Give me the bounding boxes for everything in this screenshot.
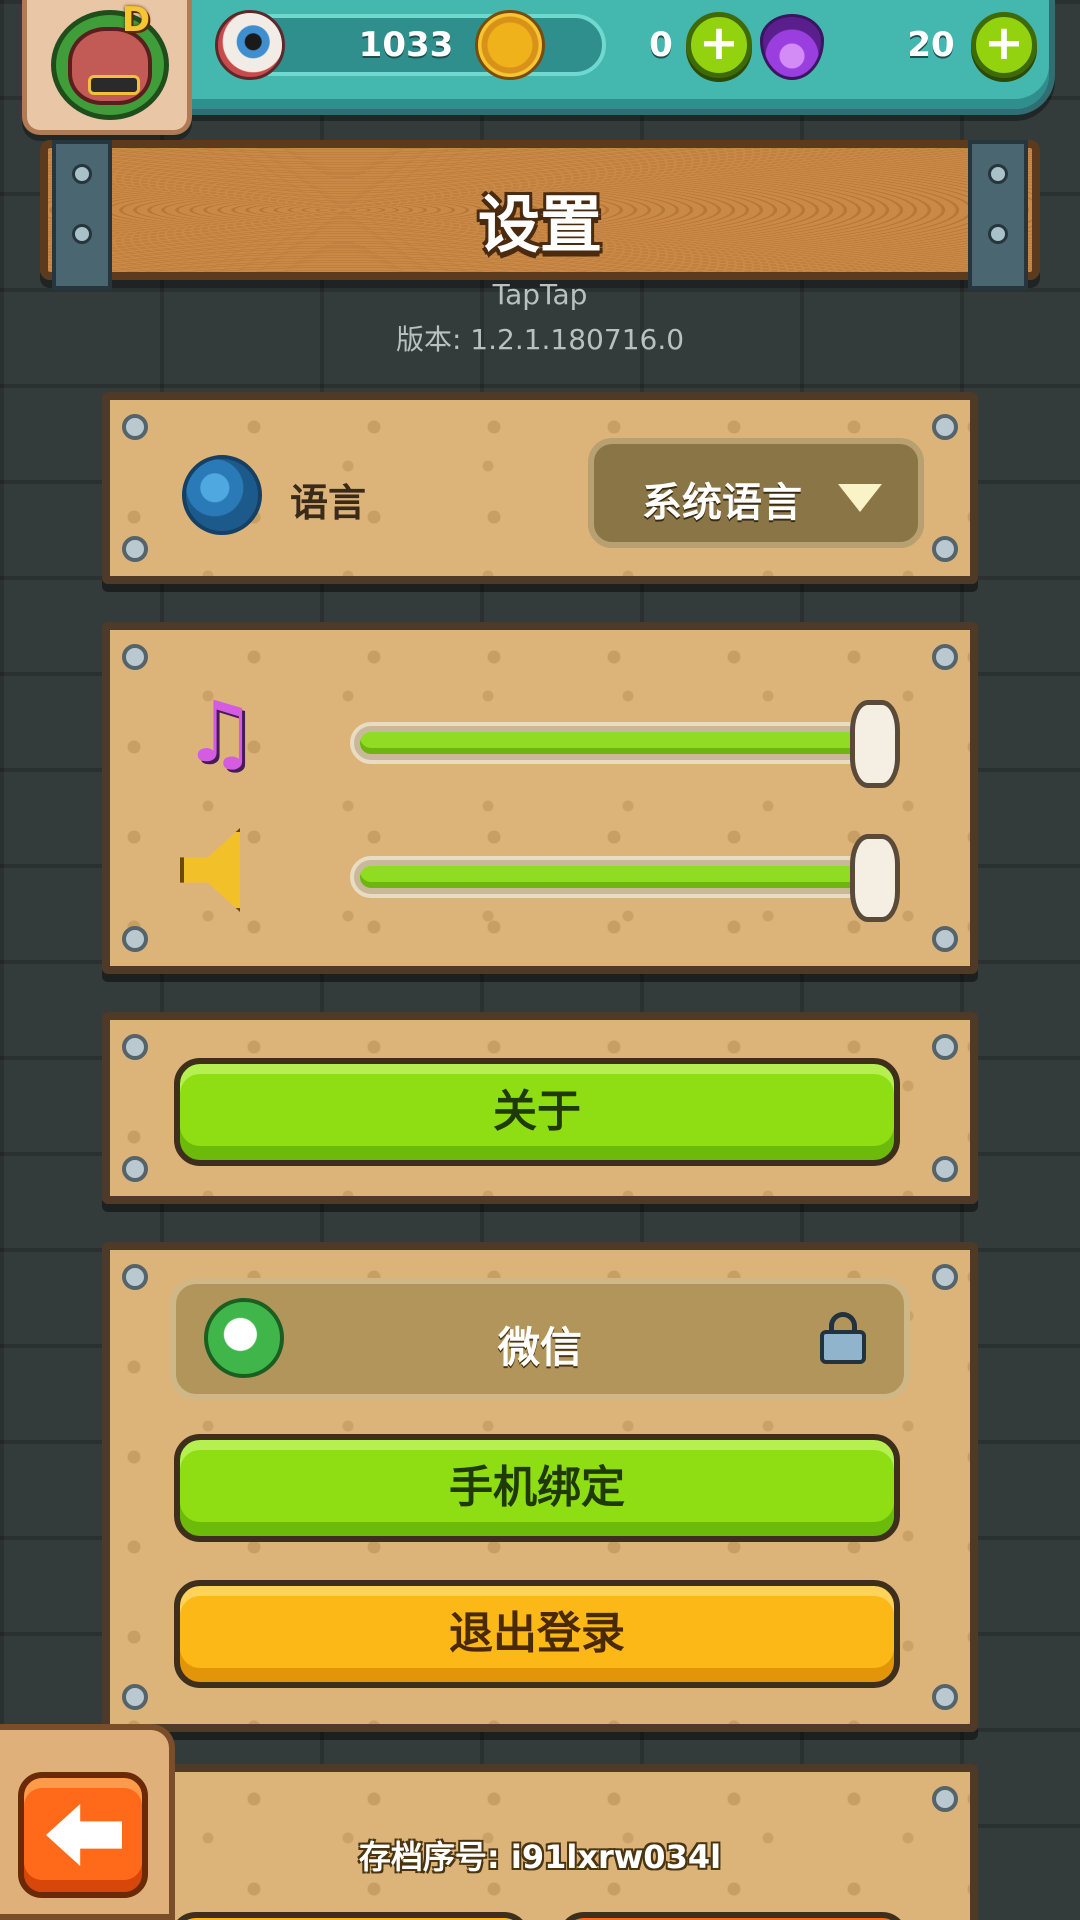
save-info-panel: 存档序号: i91lxrw034l [102, 1764, 978, 1920]
language-label: 语言 [290, 481, 367, 525]
currency-bar: 1033 0 + 20 + [150, 0, 1055, 115]
back-button-frame [0, 1724, 175, 1920]
audio-panel: ♫ [102, 622, 978, 974]
language-selected-value: 系统语言 [642, 480, 802, 526]
language-panel: 语言 系统语言 [102, 392, 978, 584]
sound-volume-handle[interactable] [850, 834, 900, 922]
save-action-button-right[interactable] [558, 1912, 908, 1920]
about-button[interactable]: 关于 [174, 1058, 900, 1166]
about-panel: 关于 [102, 1012, 978, 1204]
speaker-icon [180, 828, 240, 912]
coin-icon [475, 10, 545, 80]
platform-label: TapTap [492, 278, 588, 311]
language-dropdown[interactable]: 系统语言 [588, 438, 924, 548]
save-action-button-left[interactable] [170, 1912, 530, 1920]
wechat-label: 微信 [497, 1323, 582, 1372]
music-volume-handle[interactable] [850, 700, 900, 788]
version-label: 版本: 1.2.1.180716.0 [395, 323, 685, 356]
save-id-label: 存档序号: i91lxrw034l [358, 1838, 722, 1876]
buy-coins-button[interactable]: + [686, 12, 752, 78]
sound-volume-fill [360, 866, 874, 888]
player-avatar[interactable]: D [22, 0, 192, 135]
globe-icon [182, 455, 262, 535]
account-panel: 微信 手机绑定 退出登录 [102, 1242, 978, 1732]
music-volume-slider[interactable] [350, 722, 890, 764]
rank-badge: D [121, 0, 151, 40]
lock-icon [820, 1312, 866, 1364]
arrow-left-icon [46, 1804, 122, 1866]
sound-volume-slider[interactable] [350, 856, 890, 898]
monster-teeth [88, 75, 140, 95]
title-plank: 设置 [40, 140, 1040, 290]
music-note-icon: ♫ [182, 683, 258, 781]
back-button[interactable] [18, 1772, 148, 1898]
logout-button[interactable]: 退出登录 [174, 1580, 900, 1688]
chevron-down-icon [838, 484, 882, 512]
wechat-binding-row[interactable]: 微信 [170, 1278, 910, 1400]
music-volume-fill [360, 732, 874, 754]
buy-potions-button[interactable]: + [971, 12, 1037, 78]
page-title: 设置 [477, 188, 602, 261]
eyeball-icon [215, 10, 285, 80]
bind-phone-button[interactable]: 手机绑定 [174, 1434, 900, 1542]
